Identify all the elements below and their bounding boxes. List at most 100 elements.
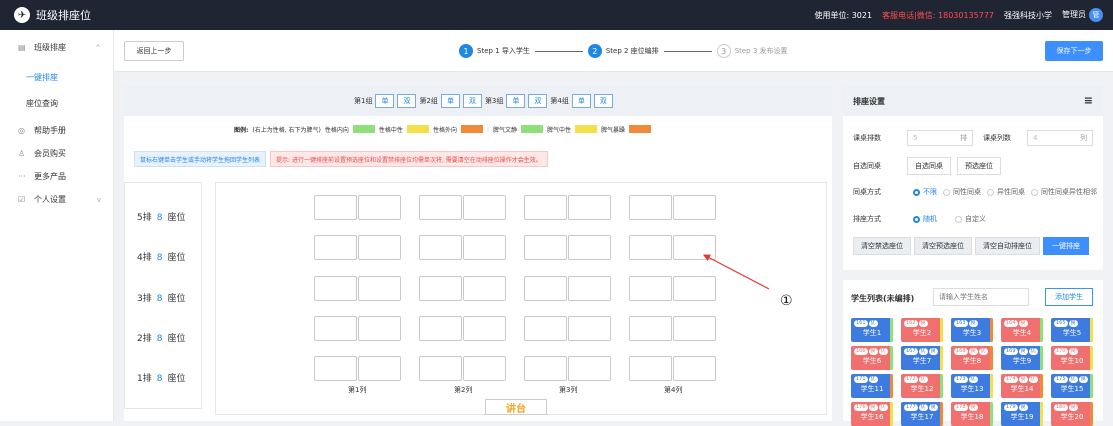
seat-slot[interactable] — [358, 235, 401, 260]
student-card[interactable]: 174 良优学生14 — [1001, 374, 1043, 398]
seat-slot[interactable] — [524, 195, 567, 220]
seat-slot[interactable] — [463, 356, 506, 381]
student-card[interactable]: 173 优学生13 — [951, 374, 993, 398]
seat-slot[interactable] — [524, 235, 567, 260]
sidebar-item-membership[interactable]: ♙ 会员购买 — [0, 142, 113, 165]
sidebar-item-personal-settings[interactable]: ☑ 个人设置 v — [0, 188, 113, 211]
group-1-even-button[interactable]: 双 — [397, 94, 417, 108]
radio-desk-diff-gender[interactable] — [987, 188, 994, 196]
radio-desk-unlimited[interactable] — [913, 188, 920, 196]
student-card[interactable]: 166 良优学生6 — [851, 346, 893, 370]
seat-slot[interactable] — [629, 235, 672, 260]
student-card[interactable]: 163 良学生3 — [951, 318, 993, 342]
student-card[interactable]: 179 良学生19 — [1001, 402, 1043, 426]
seat-slot[interactable] — [358, 316, 401, 341]
seat-slot[interactable] — [419, 195, 462, 220]
seat-slot[interactable] — [673, 276, 716, 301]
radio-desk-same-gender[interactable] — [943, 188, 950, 196]
seat-slot[interactable] — [419, 276, 462, 301]
student-card[interactable]: 167 优良学生7 — [901, 346, 943, 370]
seat-slot[interactable] — [463, 316, 506, 341]
seat-slot[interactable] — [463, 235, 506, 260]
app-logo[interactable]: ✈ 班级排座位 — [0, 7, 200, 23]
group-4-even-button[interactable]: 双 — [593, 94, 613, 108]
seat-slot[interactable] — [419, 356, 462, 381]
student-card[interactable]: 172 优学生12 — [901, 374, 943, 398]
row-seat-count[interactable]: 8 — [157, 213, 163, 223]
seat-slot[interactable] — [673, 195, 716, 220]
seat-slot[interactable] — [419, 316, 462, 341]
student-card[interactable]: 180 良学生20 — [1051, 402, 1093, 426]
student-card[interactable]: 170 良学生10 — [1051, 346, 1093, 370]
seat-slot[interactable] — [629, 276, 672, 301]
auto-seat-button[interactable]: 一键排座 — [1043, 237, 1089, 255]
sidebar-item-help[interactable]: ◎ 帮助手册 — [0, 119, 113, 142]
group-2-even-button[interactable]: 双 — [462, 94, 482, 108]
group-4-odd-button[interactable]: 单 — [571, 94, 591, 108]
seat-slot[interactable] — [314, 356, 357, 381]
seat-slot[interactable] — [314, 316, 357, 341]
seat-slot[interactable] — [524, 356, 567, 381]
seat-slot[interactable] — [419, 235, 462, 260]
desk-rows-input[interactable]: 5排 — [907, 130, 973, 146]
student-card[interactable]: 168 良优学生8 — [951, 346, 993, 370]
seat-slot[interactable] — [524, 276, 567, 301]
student-card[interactable]: 169 良优学生9 — [1001, 346, 1043, 370]
seat-slot[interactable] — [568, 316, 611, 341]
student-card[interactable]: 178 良学生18 — [951, 402, 993, 426]
radio-desk-same-adjacent[interactable] — [1031, 188, 1038, 196]
group-3-even-button[interactable]: 双 — [528, 94, 548, 108]
sidebar-item-seating[interactable]: ▤ 班级排座 ^ — [0, 36, 113, 59]
seat-slot[interactable] — [673, 235, 716, 260]
seat-slot[interactable] — [629, 316, 672, 341]
seat-slot[interactable] — [629, 195, 672, 220]
clear-forbidden-button[interactable]: 清空禁选座位 — [853, 237, 911, 255]
student-card[interactable]: 164 良学生4 — [1001, 318, 1043, 342]
row-seat-count[interactable]: 8 — [157, 374, 163, 384]
seat-slot[interactable] — [568, 276, 611, 301]
student-card[interactable]: 161 优学生1 — [851, 318, 893, 342]
student-card[interactable]: 162 良学生2 — [901, 318, 943, 342]
seat-slot[interactable] — [568, 356, 611, 381]
radio-seat-custom[interactable] — [955, 215, 962, 223]
seat-slot[interactable] — [629, 356, 672, 381]
sidebar-item-auto-seating[interactable]: 一键排座 — [0, 67, 113, 87]
seat-slot[interactable] — [314, 276, 357, 301]
clear-preselect-button[interactable]: 清空预选座位 — [914, 237, 972, 255]
student-card[interactable]: 176 良优学生16 — [851, 402, 893, 426]
clear-auto-button[interactable]: 清空自动排座位 — [975, 237, 1040, 255]
seat-slot[interactable] — [463, 276, 506, 301]
group-2-odd-button[interactable]: 单 — [440, 94, 460, 108]
seat-slot[interactable] — [314, 235, 357, 260]
row-seat-count[interactable]: 8 — [157, 334, 163, 344]
sidebar-item-seat-query[interactable]: 座位查询 — [0, 93, 113, 113]
student-card[interactable]: 171 优学生11 — [851, 374, 893, 398]
group-3-odd-button[interactable]: 单 — [506, 94, 526, 108]
seat-slot[interactable] — [568, 235, 611, 260]
group-1-odd-button[interactable]: 单 — [375, 94, 395, 108]
seat-slot[interactable] — [358, 276, 401, 301]
preselect-button[interactable]: 预选座位 — [957, 157, 1001, 175]
row-seat-count[interactable]: 8 — [157, 294, 163, 304]
save-next-button[interactable]: 保存下一步 — [1045, 41, 1103, 61]
avatar[interactable]: 管 — [1089, 8, 1103, 22]
seat-slot[interactable] — [673, 356, 716, 381]
back-button[interactable]: 返回上一步 — [124, 41, 184, 61]
seat-slot[interactable] — [358, 356, 401, 381]
seat-slot[interactable] — [524, 316, 567, 341]
seat-slot[interactable] — [314, 195, 357, 220]
student-card[interactable]: 175 优良学生15 — [1051, 374, 1093, 398]
add-student-button[interactable]: 添加学生 — [1045, 288, 1093, 306]
student-card[interactable]: 177 优良学生17 — [901, 402, 943, 426]
seat-slot[interactable] — [358, 195, 401, 220]
self-select-button[interactable]: 自选同桌 — [907, 157, 951, 175]
seat-slot[interactable] — [463, 195, 506, 220]
sidebar-item-more-products[interactable]: ··· 更多产品 — [0, 165, 113, 188]
row-seat-count[interactable]: 8 — [157, 253, 163, 263]
menu-icon[interactable]: ≡ — [1084, 94, 1093, 107]
student-card[interactable]: 165 良学生5 — [1051, 318, 1093, 342]
radio-seat-random[interactable] — [913, 215, 920, 223]
user-menu[interactable]: 管理员管 — [1062, 8, 1103, 22]
seat-slot[interactable] — [673, 316, 716, 341]
seat-slot[interactable] — [568, 195, 611, 220]
